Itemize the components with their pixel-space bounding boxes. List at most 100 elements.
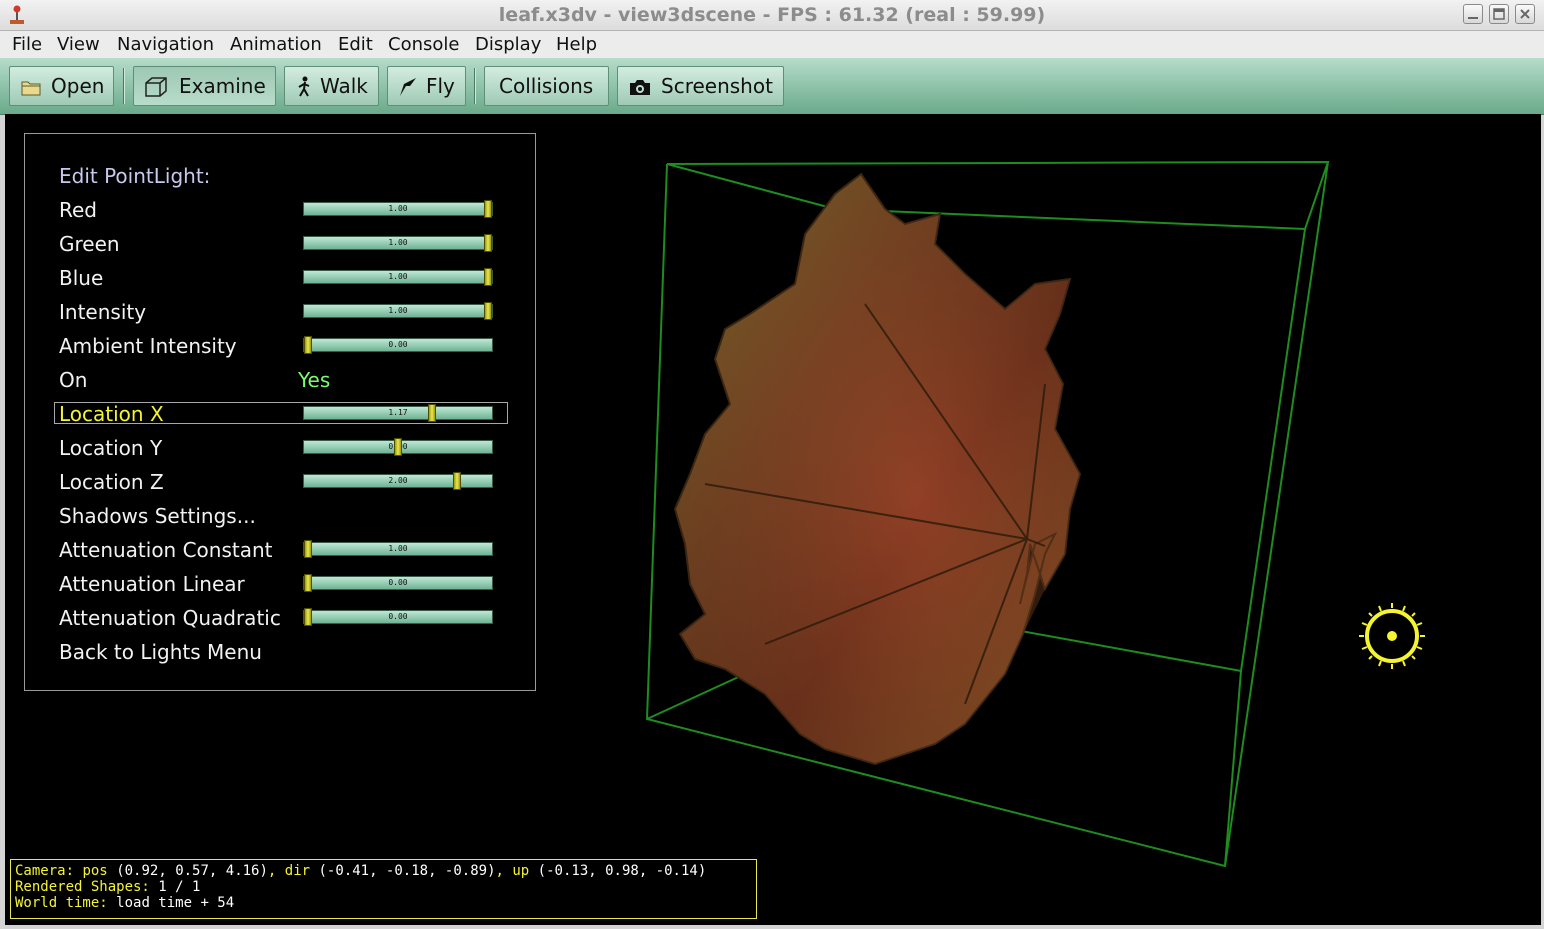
title-bar: leaf.x3dv - view3dscene - FPS : 61.32 (r…: [0, 0, 1544, 31]
slider-thumb[interactable]: [428, 404, 437, 422]
slider-thumb[interactable]: [304, 574, 312, 592]
shapes-label: Rendered Shapes:: [15, 879, 150, 895]
item-label: Location X: [59, 402, 164, 426]
slider-thumb[interactable]: [304, 336, 312, 354]
slider-thumb[interactable]: [484, 268, 492, 286]
slider-value: 0.00: [388, 340, 408, 349]
camera-label: Camera:: [15, 863, 75, 879]
attenuation-quadratic-slider[interactable]: 0.00: [303, 608, 493, 626]
item-label: Location Y: [59, 436, 163, 460]
item-label: Location Z: [59, 470, 164, 494]
menu-edit[interactable]: Edit: [338, 34, 373, 55]
menu-item-shadows-settings[interactable]: Shadows Settings...: [25, 504, 537, 534]
blue-slider[interactable]: 1.00: [303, 268, 493, 286]
location-y-slider[interactable]: 0.00: [303, 438, 493, 456]
menu-view[interactable]: View: [57, 34, 100, 55]
close-button[interactable]: [1515, 4, 1535, 24]
menu-item-on[interactable]: On Yes: [25, 368, 537, 398]
up-label: up: [512, 863, 530, 879]
ambient-intensity-slider[interactable]: 0.00: [303, 336, 493, 354]
examine-label: Examine: [179, 74, 266, 98]
menu-item-red[interactable]: Red 1.00: [25, 198, 537, 228]
red-slider[interactable]: 1.00: [303, 200, 493, 218]
cube-icon: [145, 77, 167, 97]
dir-value: (-0.41, -0.18, -0.89): [318, 863, 496, 879]
menu-display[interactable]: Display: [475, 34, 541, 55]
panel-header: Edit PointLight:: [25, 164, 537, 194]
collisions-label: Collisions: [499, 74, 594, 98]
up-value: (-0.13, 0.98, -0.14): [537, 863, 707, 879]
slider-value: 0.00: [388, 612, 408, 621]
dir-label: dir: [284, 863, 311, 879]
examine-button[interactable]: Examine: [133, 66, 276, 106]
collisions-button[interactable]: Collisions: [484, 66, 609, 106]
menu-item-blue[interactable]: Blue 1.00: [25, 266, 537, 296]
walk-button[interactable]: Walk: [284, 66, 379, 106]
slider-thumb[interactable]: [484, 200, 492, 218]
fly-label: Fly: [426, 74, 455, 98]
fly-button[interactable]: Fly: [387, 66, 466, 106]
slider-thumb[interactable]: [304, 540, 312, 558]
slider-value: 1.17: [388, 408, 408, 417]
item-label: Red: [59, 198, 97, 222]
pos-value: (0.92, 0.57, 4.16): [116, 863, 268, 879]
open-label: Open: [51, 74, 105, 98]
panel-title: Edit PointLight:: [59, 164, 211, 188]
green-slider[interactable]: 1.00: [303, 234, 493, 252]
intensity-slider[interactable]: 1.00: [303, 302, 493, 320]
item-label: Intensity: [59, 300, 147, 324]
menu-item-back-to-lights-menu[interactable]: Back to Lights Menu: [25, 640, 537, 670]
menu-item-intensity[interactable]: Intensity 1.00: [25, 300, 537, 330]
slider-thumb[interactable]: [394, 438, 402, 456]
time-label: World time:: [15, 895, 108, 911]
item-label: On: [59, 368, 88, 392]
menu-item-attenuation-constant[interactable]: Attenuation Constant 1.00: [25, 538, 537, 568]
location-z-slider[interactable]: 2.00: [303, 472, 493, 490]
time-value: load time + 54: [116, 895, 235, 911]
menu-animation[interactable]: Animation: [230, 34, 322, 55]
minimize-button[interactable]: [1463, 4, 1483, 24]
open-button[interactable]: Open: [9, 66, 114, 106]
menu-item-location-y[interactable]: Location Y 0.00: [25, 436, 537, 466]
menu-help[interactable]: Help: [556, 34, 597, 55]
on-value[interactable]: Yes: [298, 368, 330, 392]
slider-value: 1.00: [388, 204, 408, 213]
light-gizmo-icon[interactable]: [1359, 603, 1425, 669]
maximize-button[interactable]: [1489, 4, 1509, 24]
close-icon: [1520, 9, 1530, 19]
slider-thumb[interactable]: [484, 302, 492, 320]
item-label: Green: [59, 232, 120, 256]
menu-bar: File View Navigation Animation Edit Cons…: [0, 31, 1544, 58]
screenshot-button[interactable]: Screenshot: [617, 66, 784, 106]
slider-thumb[interactable]: [304, 608, 312, 626]
slider-value: 1.00: [388, 238, 408, 247]
fly-icon: [400, 78, 416, 96]
folder-icon: [21, 81, 41, 96]
3d-viewport[interactable]: Edit PointLight: Red 1.00 Green 1.00 Blu…: [5, 114, 1541, 925]
menu-console[interactable]: Console: [388, 34, 459, 55]
slider-value: 2.00: [388, 476, 408, 485]
menu-item-green[interactable]: Green 1.00: [25, 232, 537, 262]
slider-thumb[interactable]: [453, 472, 462, 490]
menu-navigation[interactable]: Navigation: [117, 34, 214, 55]
toolbar-separator: [474, 68, 476, 104]
menu-item-attenuation-linear[interactable]: Attenuation Linear 0.00: [25, 572, 537, 602]
pos-label: pos: [82, 863, 108, 879]
item-label: Attenuation Quadratic: [59, 606, 281, 630]
slider-value: 1.00: [388, 306, 408, 315]
item-label: Attenuation Linear: [59, 572, 245, 596]
item-label: Attenuation Constant: [59, 538, 273, 562]
attenuation-constant-slider[interactable]: 1.00: [303, 540, 493, 558]
edit-pointlight-panel: Edit PointLight: Red 1.00 Green 1.00 Blu…: [24, 133, 536, 691]
menu-item-attenuation-quadratic[interactable]: Attenuation Quadratic 0.00: [25, 606, 537, 636]
slider-value: 1.00: [388, 272, 408, 281]
menu-file[interactable]: File: [12, 34, 42, 55]
slider-thumb[interactable]: [484, 234, 492, 252]
attenuation-linear-slider[interactable]: 0.00: [303, 574, 493, 592]
camera-icon: [630, 80, 650, 95]
menu-item-location-z[interactable]: Location Z 2.00: [25, 470, 537, 500]
location-x-slider[interactable]: 1.17: [303, 404, 493, 422]
menu-item-ambient-intensity[interactable]: Ambient Intensity 0.00: [25, 334, 537, 364]
walk-label: Walk: [320, 74, 368, 98]
menu-item-location-x[interactable]: Location X 1.17: [25, 402, 537, 432]
